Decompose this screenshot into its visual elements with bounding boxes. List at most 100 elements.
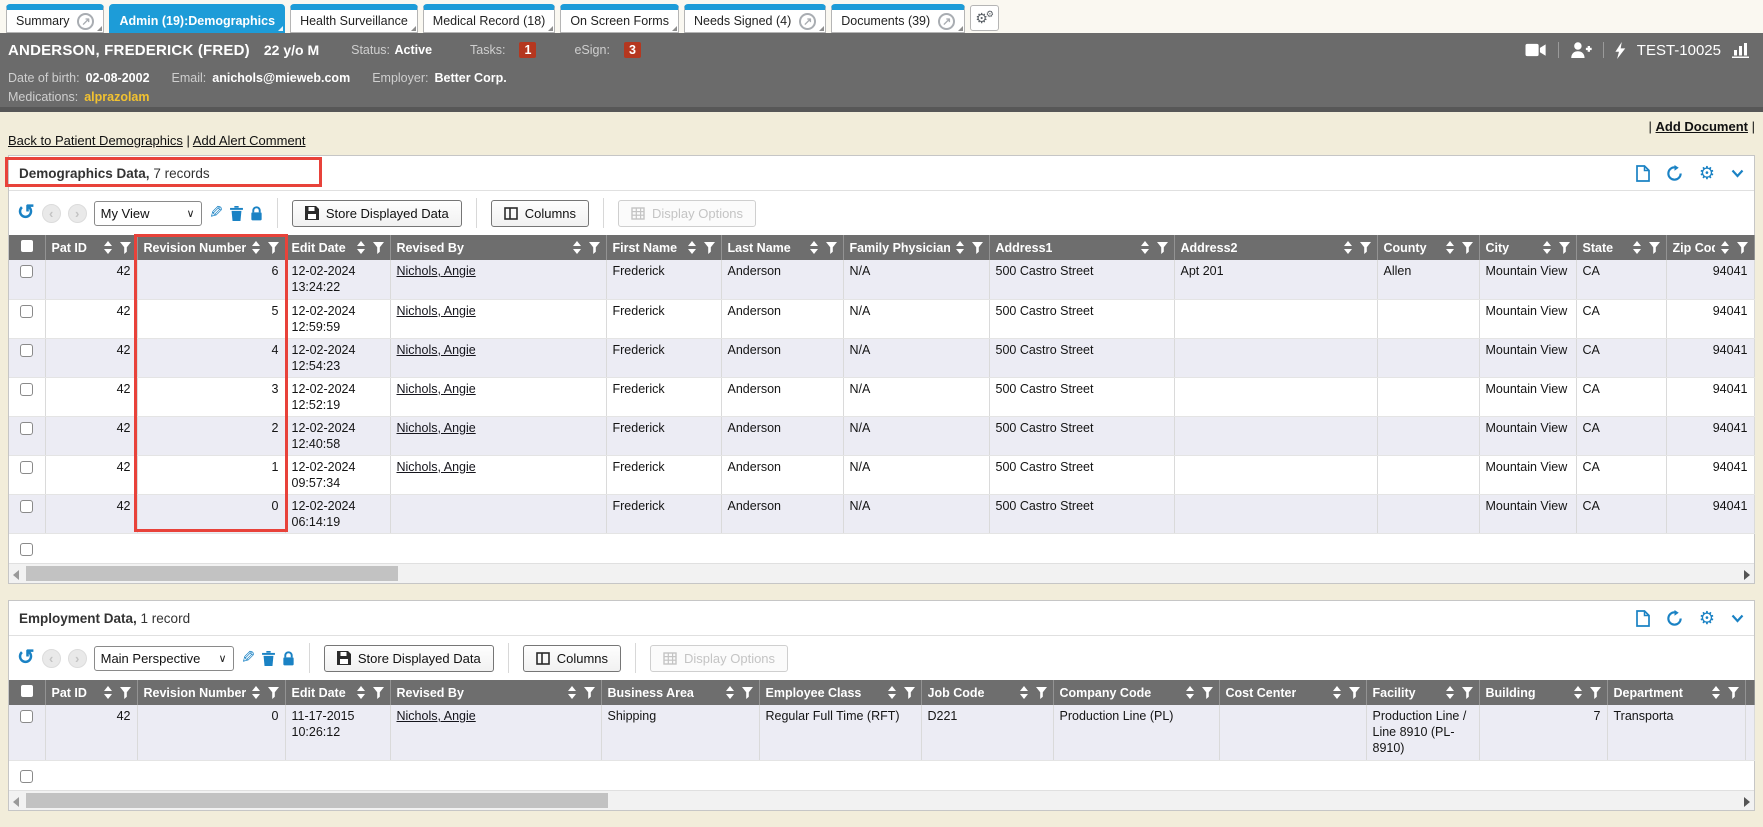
sort-icon[interactable] (357, 686, 365, 699)
sort-icon[interactable] (568, 686, 576, 699)
tab-summary[interactable]: Summary ↗ (6, 4, 104, 33)
delete-view-icon[interactable] (230, 206, 243, 221)
filter-funnel-icon[interactable] (1649, 242, 1660, 254)
columns-button[interactable]: Columns (491, 200, 589, 227)
sort-icon[interactable] (1543, 241, 1551, 254)
row-checkbox[interactable] (20, 422, 33, 435)
tab-admin-demographics[interactable]: Admin (19):Demographics (109, 4, 285, 33)
filter-funnel-icon[interactable] (1349, 687, 1360, 699)
edit-view-icon[interactable]: ✎ (241, 648, 255, 668)
filter-funnel-icon[interactable] (1728, 687, 1739, 699)
store-displayed-data-button[interactable]: Store Displayed Data (324, 645, 494, 672)
sort-icon[interactable] (688, 241, 696, 254)
column-header[interactable]: Job Code (921, 680, 1053, 705)
scrollbar-thumb[interactable] (26, 566, 398, 581)
select-all-checkbox[interactable] (21, 685, 33, 697)
new-document-icon[interactable] (1636, 165, 1650, 182)
column-header[interactable]: Address1 (989, 235, 1174, 260)
column-header[interactable]: Revised By (390, 235, 606, 260)
column-header[interactable]: Last Name (721, 235, 843, 260)
column-header[interactable]: Zip Code (1666, 235, 1754, 260)
scroll-left-arrow[interactable] (13, 570, 19, 580)
column-header[interactable]: Business Area (601, 680, 759, 705)
video-camera-icon[interactable] (1525, 43, 1547, 57)
column-header[interactable]: Revision Number (137, 680, 285, 705)
gear-icon[interactable]: ⚙ (1699, 165, 1715, 181)
column-header[interactable]: Facility (1366, 680, 1479, 705)
filter-funnel-icon[interactable] (584, 687, 595, 699)
row-checkbox[interactable] (20, 710, 33, 723)
scrollbar-thumb[interactable] (26, 793, 608, 808)
column-header[interactable]: State (1576, 235, 1666, 260)
tasks-badge[interactable]: 1 (519, 42, 536, 58)
tab-medical-record[interactable]: Medical Record (18) (423, 4, 556, 33)
revised-by-link[interactable]: Nichols, Angie (397, 421, 476, 435)
sort-icon[interactable] (1446, 686, 1454, 699)
scroll-right-arrow[interactable] (1744, 570, 1750, 580)
column-header[interactable]: Edit Date (285, 235, 390, 260)
sort-icon[interactable] (104, 241, 112, 254)
scroll-right-arrow[interactable] (1744, 797, 1750, 807)
filter-funnel-icon[interactable] (1462, 242, 1473, 254)
filter-funnel-icon[interactable] (589, 242, 600, 254)
collapse-chevron-icon[interactable] (1731, 169, 1744, 178)
tab-settings-gears-icon[interactable]: ⚙⚙ (970, 5, 999, 31)
select-all-checkbox[interactable] (21, 240, 33, 252)
reset-view-icon[interactable]: ↺ (17, 648, 35, 668)
sort-icon[interactable] (1446, 241, 1454, 254)
column-header[interactable]: Building (1479, 680, 1607, 705)
delete-view-icon[interactable] (262, 651, 275, 666)
filter-funnel-icon[interactable] (268, 242, 279, 254)
back-to-demographics-link[interactable]: Back to Patient Demographics (8, 133, 183, 148)
filter-funnel-icon[interactable] (1157, 242, 1168, 254)
person-add-icon[interactable] (1570, 42, 1592, 58)
revised-by-link[interactable]: Nichols, Angie (397, 304, 476, 318)
column-header[interactable]: Family Physician (843, 235, 989, 260)
column-header[interactable]: Company Code (1053, 680, 1219, 705)
row-checkbox[interactable] (20, 461, 33, 474)
column-header[interactable]: H (1745, 680, 1754, 705)
filter-funnel-icon[interactable] (826, 242, 837, 254)
popout-icon[interactable]: ↗ (77, 13, 94, 30)
filter-funnel-icon[interactable] (1036, 687, 1047, 699)
filter-funnel-icon[interactable] (1202, 687, 1213, 699)
popout-icon[interactable]: ↗ (938, 13, 955, 30)
filter-funnel-icon[interactable] (972, 242, 983, 254)
reset-view-icon[interactable]: ↺ (17, 203, 35, 223)
sort-icon[interactable] (104, 686, 112, 699)
sort-icon[interactable] (252, 686, 260, 699)
revised-by-link[interactable]: Nichols, Angie (397, 709, 476, 723)
sort-icon[interactable] (357, 241, 365, 254)
tab-needs-signed[interactable]: Needs Signed (4) ↗ (684, 4, 826, 33)
row-checkbox[interactable] (20, 383, 33, 396)
horizontal-scrollbar[interactable] (9, 563, 1754, 583)
filter-funnel-icon[interactable] (268, 687, 279, 699)
edit-view-icon[interactable]: ✎ (209, 203, 223, 223)
row-checkbox[interactable] (20, 305, 33, 318)
popout-icon[interactable]: ↗ (799, 13, 816, 30)
sort-icon[interactable] (726, 686, 734, 699)
filter-funnel-icon[interactable] (373, 687, 384, 699)
add-alert-comment-link[interactable]: Add Alert Comment (193, 133, 306, 148)
column-header[interactable]: Employee Class (759, 680, 921, 705)
row-checkbox[interactable] (20, 543, 33, 556)
revised-by-link[interactable]: Nichols, Angie (397, 382, 476, 396)
medications-value[interactable]: alprazolam (84, 90, 149, 104)
column-header[interactable]: Revised By (390, 680, 601, 705)
sort-icon[interactable] (1333, 686, 1341, 699)
sort-icon[interactable] (1344, 241, 1352, 254)
row-checkbox[interactable] (20, 344, 33, 357)
scroll-left-arrow[interactable] (13, 797, 19, 807)
column-header[interactable]: County (1377, 235, 1479, 260)
horizontal-scrollbar[interactable] (9, 790, 1754, 810)
sort-icon[interactable] (1721, 241, 1729, 254)
sort-icon[interactable] (1186, 686, 1194, 699)
sort-icon[interactable] (888, 686, 896, 699)
revised-by-link[interactable]: Nichols, Angie (397, 343, 476, 357)
chart-stats-icon[interactable] (1732, 42, 1751, 58)
filter-funnel-icon[interactable] (1559, 242, 1570, 254)
filter-funnel-icon[interactable] (120, 687, 131, 699)
column-header[interactable]: Revision Number (137, 235, 285, 260)
select-all-header[interactable] (9, 235, 45, 260)
store-displayed-data-button[interactable]: Store Displayed Data (292, 200, 462, 227)
